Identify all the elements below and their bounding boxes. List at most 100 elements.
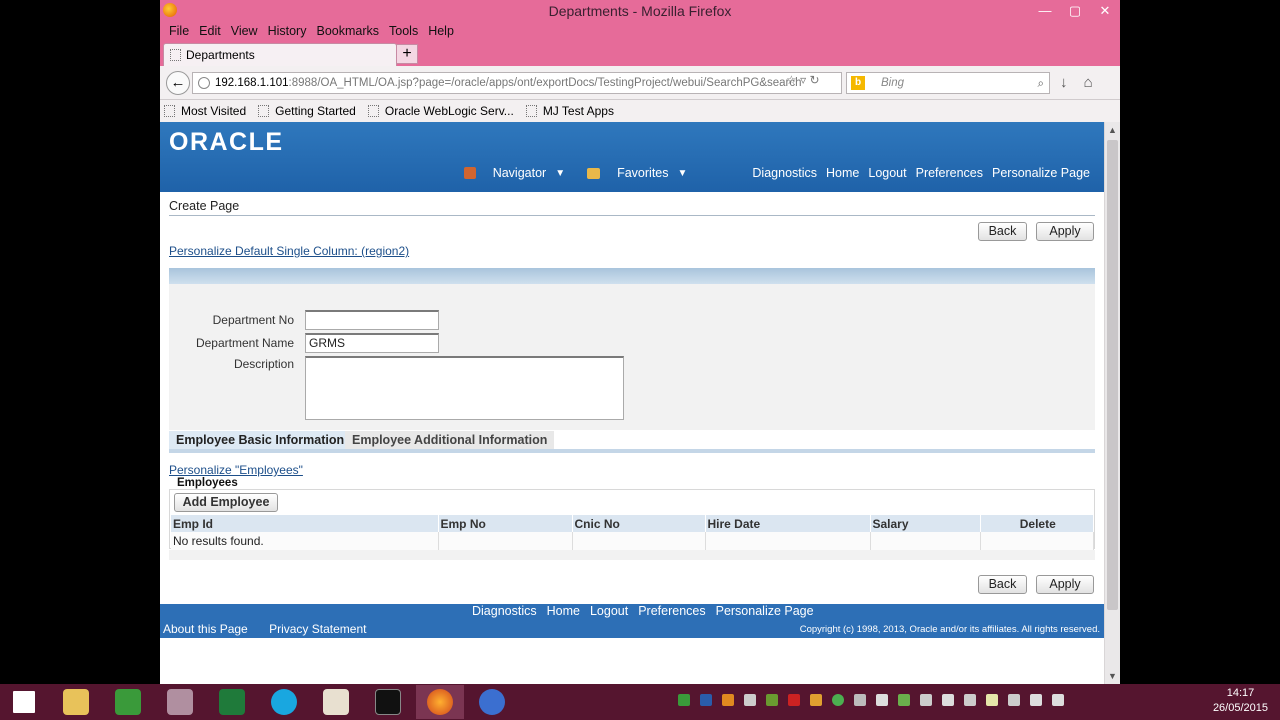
taskbar-explorer[interactable] bbox=[52, 685, 100, 719]
scrollbar-thumb[interactable] bbox=[1107, 140, 1118, 610]
url-bar[interactable]: 192.168.1.101:8988/OA_HTML/OA.jsp?page=/… bbox=[192, 72, 842, 94]
dropdown-icon[interactable]: ▿ bbox=[800, 73, 806, 87]
department-no-input[interactable] bbox=[305, 310, 439, 330]
global-link-diagnostics[interactable]: Diagnostics bbox=[752, 166, 817, 180]
bluetooth-icon[interactable] bbox=[876, 694, 888, 706]
network-icon[interactable] bbox=[964, 694, 976, 706]
footer-link-diagnostics[interactable]: Diagnostics bbox=[472, 604, 537, 618]
description-textarea[interactable] bbox=[305, 356, 624, 420]
tray-app-icon[interactable] bbox=[920, 694, 932, 706]
taskbar-terminal[interactable] bbox=[364, 685, 412, 719]
system-clock[interactable]: 14:17 26/05/2015 bbox=[1213, 686, 1268, 716]
tray-app-icon[interactable] bbox=[986, 694, 998, 706]
search-input[interactable]: b Bing ⌕ bbox=[846, 72, 1050, 94]
scroll-down-icon[interactable]: ▼ bbox=[1108, 671, 1117, 681]
menu-edit[interactable]: Edit bbox=[194, 22, 226, 42]
new-tab-button[interactable]: + bbox=[396, 44, 418, 64]
tab-employee-additional-information[interactable]: Employee Additional Information bbox=[345, 431, 555, 449]
search-placeholder: Bing bbox=[881, 77, 905, 89]
bookmark-oracle-weblogic[interactable]: Oracle WebLogic Serv... bbox=[367, 104, 514, 118]
menu-tools[interactable]: Tools bbox=[384, 22, 423, 42]
reload-icon[interactable]: ↻ bbox=[809, 73, 819, 87]
taskbar-firefox[interactable] bbox=[416, 685, 464, 719]
volume-icon[interactable] bbox=[1052, 694, 1064, 706]
footer-link-preferences[interactable]: Preferences bbox=[638, 604, 705, 618]
column-emp-no[interactable]: Emp No bbox=[438, 515, 573, 532]
taskbar-java[interactable] bbox=[312, 685, 360, 719]
bookmark-star-icon[interactable]: ☆ bbox=[786, 73, 797, 87]
tab-employee-basic-information[interactable]: Employee Basic Information bbox=[169, 431, 352, 449]
taskbar-app-setup[interactable] bbox=[156, 685, 204, 719]
tray-app-icon[interactable] bbox=[700, 694, 712, 706]
globe-icon bbox=[198, 77, 210, 89]
tray-app-icon[interactable] bbox=[744, 694, 756, 706]
navigator-menu[interactable]: Navigator bbox=[493, 166, 547, 180]
tray-app-icon[interactable] bbox=[722, 694, 734, 706]
column-salary[interactable]: Salary bbox=[870, 515, 981, 532]
tab-departments[interactable]: Departments bbox=[163, 43, 397, 66]
taskbar-help[interactable] bbox=[468, 685, 516, 719]
menu-view[interactable]: View bbox=[226, 22, 263, 42]
back-button[interactable]: Back bbox=[978, 222, 1027, 241]
installer-icon bbox=[167, 689, 193, 715]
favorites-menu[interactable]: Favorites bbox=[617, 166, 668, 180]
column-emp-id[interactable]: Emp Id bbox=[171, 515, 439, 532]
about-this-page-link[interactable]: About this Page bbox=[163, 622, 248, 636]
start-button[interactable] bbox=[0, 685, 48, 719]
footer-link-logout[interactable]: Logout bbox=[590, 604, 628, 618]
download-icon[interactable]: ↓ bbox=[1060, 74, 1068, 91]
bing-icon[interactable]: b bbox=[851, 76, 865, 90]
tray-app-icon[interactable] bbox=[942, 694, 954, 706]
footer-link-home[interactable]: Home bbox=[547, 604, 580, 618]
notification-icon[interactable] bbox=[854, 694, 866, 706]
personalize-region-link[interactable]: Personalize Default Single Column: (regi… bbox=[169, 244, 409, 258]
tray-app-icon[interactable] bbox=[788, 694, 800, 706]
search-icon[interactable]: ⌕ bbox=[1038, 74, 1044, 94]
bookmark-most-visited[interactable]: Most Visited bbox=[164, 104, 246, 118]
menu-file[interactable]: File bbox=[164, 22, 194, 42]
table-cell bbox=[572, 532, 706, 551]
taskbar-excel[interactable] bbox=[208, 685, 256, 719]
global-link-preferences[interactable]: Preferences bbox=[916, 166, 983, 180]
apply-button-bottom[interactable]: Apply bbox=[1036, 575, 1094, 594]
chrome-icon[interactable] bbox=[832, 694, 844, 706]
store-icon bbox=[115, 689, 141, 715]
back-button-bottom[interactable]: Back bbox=[978, 575, 1027, 594]
bookmark-mj-test-apps[interactable]: MJ Test Apps bbox=[525, 104, 614, 118]
privacy-statement-link[interactable]: Privacy Statement bbox=[269, 622, 366, 636]
tray-app-icon[interactable] bbox=[766, 694, 778, 706]
column-cnic-no[interactable]: Cnic No bbox=[572, 515, 706, 532]
column-delete[interactable]: Delete bbox=[980, 515, 1094, 532]
home-icon[interactable]: ⌂ bbox=[1084, 74, 1093, 91]
taskbar-skype[interactable] bbox=[260, 685, 308, 719]
close-button[interactable]: ✕ bbox=[1090, 0, 1120, 22]
add-employee-button[interactable]: Add Employee bbox=[174, 493, 278, 512]
tray-app-icon[interactable] bbox=[898, 694, 910, 706]
vertical-scrollbar[interactable]: ▲ ▼ bbox=[1104, 122, 1120, 684]
maximize-button[interactable]: ▢ bbox=[1060, 0, 1090, 22]
power-icon[interactable] bbox=[1030, 694, 1042, 706]
taskbar-store[interactable] bbox=[104, 685, 152, 719]
department-name-input[interactable]: GRMS bbox=[305, 333, 439, 353]
flag-icon[interactable] bbox=[1008, 694, 1020, 706]
column-hire-date[interactable]: Hire Date bbox=[705, 515, 871, 532]
global-link-personalize-page[interactable]: Personalize Page bbox=[992, 166, 1090, 180]
menu-help[interactable]: Help bbox=[423, 22, 459, 42]
region-footer-bar bbox=[169, 550, 1095, 560]
global-link-logout[interactable]: Logout bbox=[868, 166, 906, 180]
global-link-home[interactable]: Home bbox=[826, 166, 859, 180]
back-arrow-icon[interactable]: ← bbox=[166, 71, 190, 95]
tray-app-icon[interactable] bbox=[678, 694, 690, 706]
bookmark-icon bbox=[164, 105, 175, 117]
tray-app-icon[interactable] bbox=[810, 694, 822, 706]
menu-bookmarks[interactable]: Bookmarks bbox=[311, 22, 384, 42]
menu-history[interactable]: History bbox=[263, 22, 312, 42]
chevron-down-icon[interactable]: ▼ bbox=[678, 168, 688, 179]
minimize-button[interactable]: — bbox=[1030, 0, 1060, 22]
footer-link-personalize-page[interactable]: Personalize Page bbox=[716, 604, 814, 618]
apply-button[interactable]: Apply bbox=[1036, 222, 1094, 241]
personalize-employees-link[interactable]: Personalize "Employees" bbox=[169, 463, 303, 477]
scroll-up-icon[interactable]: ▲ bbox=[1108, 125, 1117, 135]
chevron-down-icon[interactable]: ▼ bbox=[555, 168, 565, 179]
bookmark-getting-started[interactable]: Getting Started bbox=[258, 104, 356, 118]
